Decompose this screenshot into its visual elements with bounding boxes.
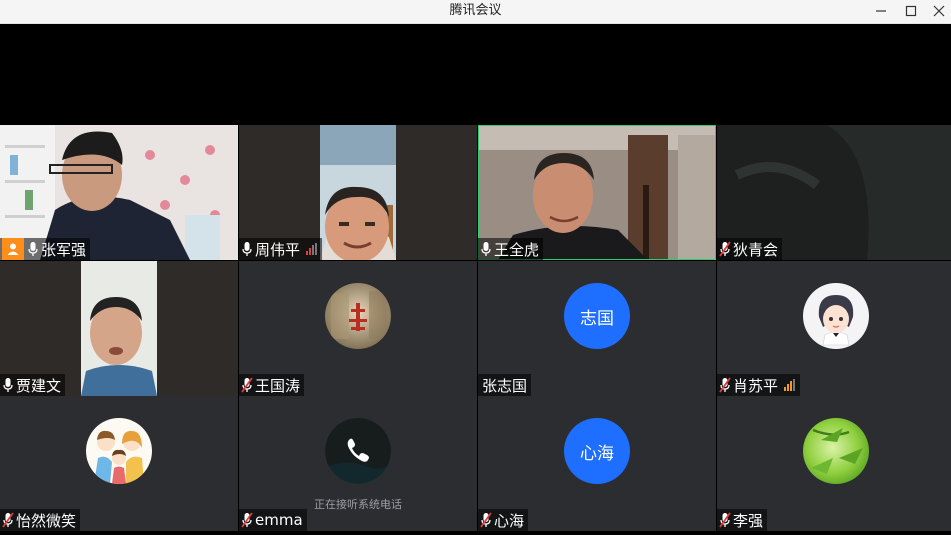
text-avatar: 心海 [564, 418, 630, 484]
mic-muted-icon [241, 377, 253, 393]
participant-name: 李强 [733, 511, 764, 530]
text-avatar: 志国 [564, 283, 630, 349]
participant-name: 张志国 [482, 376, 528, 395]
participant-name: 王全虎 [494, 240, 540, 259]
participant-tile[interactable]: 李强 [717, 396, 951, 531]
participant-tile[interactable]: 肖苏平 [717, 261, 951, 396]
mic-icon [3, 378, 13, 392]
participant-tile[interactable]: 正在接听系统电话 emma [239, 396, 477, 531]
cartoon-girl-avatar [803, 283, 869, 349]
participant-name: 狄青会 [733, 240, 779, 259]
name-label: 狄青会 [717, 238, 783, 260]
participant-tile[interactable]: 王国涛 [239, 261, 477, 396]
mic-muted-icon [2, 512, 14, 528]
name-label: 周伟平 [239, 238, 323, 260]
host-badge [2, 238, 24, 260]
title-bar: 腾讯会议 [0, 0, 951, 24]
name-label: 王国涛 [239, 374, 305, 396]
name-label: 张军强 [0, 238, 91, 260]
mic-muted-icon [480, 512, 492, 528]
participant-name: 心海 [494, 511, 525, 530]
participant-tile[interactable]: 怡然微笑 [0, 396, 238, 531]
participant-tile[interactable]: 狄青会 [717, 125, 951, 260]
participant-tile[interactable]: 志国 张志国 [478, 261, 716, 396]
participant-name: 怡然微笑 [16, 511, 77, 530]
participant-name: 张军强 [41, 240, 87, 259]
mic-icon [481, 242, 491, 256]
mic-muted-icon [719, 512, 731, 528]
mic-muted-icon [719, 377, 731, 393]
participant-tile[interactable]: 贾建文 [0, 261, 238, 396]
participant-name: 贾建文 [16, 376, 62, 395]
close-icon [933, 5, 945, 17]
participant-name: 肖苏平 [733, 376, 779, 395]
name-label: 心海 [478, 509, 529, 531]
host-user-icon [7, 243, 19, 255]
name-label: 王全虎 [478, 238, 544, 260]
participant-tile[interactable]: 王全虎 [478, 125, 716, 260]
participant-tile[interactable]: 心海 心海 [478, 396, 716, 531]
participant-name: 周伟平 [255, 240, 301, 259]
participant-name: emma [255, 511, 303, 529]
window-title: 腾讯会议 [449, 3, 502, 18]
participant-tile[interactable]: 张军强 [0, 125, 238, 260]
signal-medium-icon [784, 379, 796, 391]
name-label: emma [239, 509, 307, 531]
mic-muted-icon [719, 241, 731, 257]
maximize-icon [905, 5, 917, 17]
participant-name: 王国涛 [255, 376, 301, 395]
minimize-icon [876, 10, 886, 12]
name-label: 肖苏平 [717, 374, 801, 396]
mic-icon [242, 242, 252, 256]
name-label: 张志国 [478, 374, 532, 396]
phone-call-avatar [325, 418, 391, 484]
name-label: 贾建文 [0, 374, 66, 396]
family-cartoon-avatar [86, 418, 152, 484]
minimize-button[interactable] [864, 0, 898, 22]
calligraphy-avatar [325, 283, 391, 349]
close-button[interactable] [922, 0, 951, 22]
name-label: 怡然微笑 [0, 509, 81, 531]
bamboo-avatar [803, 418, 869, 484]
mic-muted-icon [241, 512, 253, 528]
name-label: 李强 [717, 509, 768, 531]
participant-tile[interactable]: 周伟平 [239, 125, 477, 260]
video-grid: 张军强 周伟平 王全虎 狄青会 贾建文 王国涛 志国 张志国 肖苏平 怡然微笑 … [0, 24, 951, 535]
signal-weak-icon [306, 243, 318, 255]
mic-icon [28, 242, 38, 256]
